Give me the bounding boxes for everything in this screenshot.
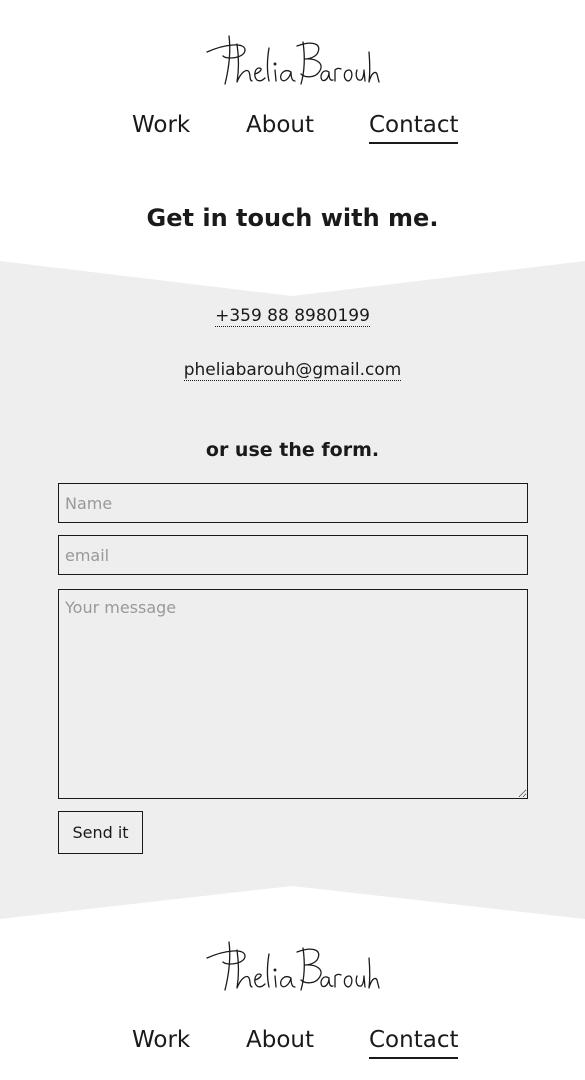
phone-row: +359 88 8980199 <box>0 306 585 327</box>
signature-logo-graphic <box>206 35 380 85</box>
main-nav: Work About Contact <box>0 108 585 144</box>
email-row: pheliabarouh@gmail.com <box>0 360 585 381</box>
nav-link-about[interactable]: About <box>246 108 314 142</box>
send-button[interactable]: Send it <box>58 811 143 854</box>
footer-nav: Work About Contact <box>0 1023 585 1059</box>
footer-nav-link-about[interactable]: About <box>246 1023 314 1057</box>
form-heading: or use the form. <box>205 439 380 461</box>
phone-link[interactable]: +359 88 8980199 <box>215 306 370 327</box>
footer-signature-logo-graphic <box>206 941 380 991</box>
footer-signature-logo[interactable] <box>205 940 380 992</box>
footer-nav-link-contact[interactable]: Contact <box>369 1023 459 1059</box>
footer-nav-link-work[interactable]: Work <box>132 1023 190 1057</box>
signature-logo[interactable] <box>205 34 380 86</box>
page-heading: Get in touch with me. <box>146 204 439 232</box>
email-link[interactable]: pheliabarouh@gmail.com <box>183 360 402 381</box>
name-input[interactable] <box>58 483 528 523</box>
nav-link-work[interactable]: Work <box>132 108 190 142</box>
message-textarea[interactable] <box>58 589 528 799</box>
nav-link-contact[interactable]: Contact <box>369 108 459 144</box>
email-input[interactable] <box>58 535 528 575</box>
